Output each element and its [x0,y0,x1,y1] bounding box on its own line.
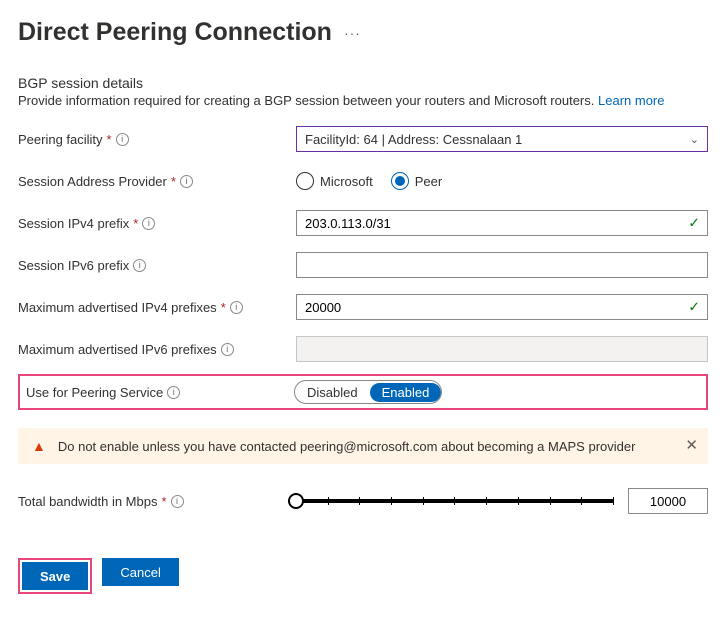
slider-ticks [296,499,614,503]
toggle-disabled[interactable]: Disabled [295,383,370,402]
header: Direct Peering Connection ··· [18,18,708,47]
cancel-button[interactable]: Cancel [102,558,178,586]
info-icon[interactable]: i [180,175,193,188]
required-icon: * [133,216,138,231]
radio-peer[interactable]: Peer [391,172,442,190]
max-ipv4-label: Maximum advertised IPv4 prefixes [18,300,217,315]
bandwidth-input[interactable] [628,488,708,514]
radio-label: Microsoft [320,174,373,189]
info-icon[interactable]: i [142,217,155,230]
required-icon: * [161,494,166,509]
check-icon: ✓ [688,215,700,232]
learn-more-link[interactable]: Learn more [598,93,664,108]
alert-text: Do not enable unless you have contacted … [58,439,636,454]
info-icon[interactable]: i [221,343,234,356]
close-icon[interactable]: ✕ [685,436,698,454]
facility-value: FacilityId: 64 | Address: Cessnalaan 1 [305,132,522,147]
radio-microsoft[interactable]: Microsoft [296,172,373,190]
max-ipv6-input [296,336,708,362]
facility-label: Peering facility [18,132,103,147]
ipv4-prefix-label: Session IPv4 prefix [18,216,129,231]
radio-icon [391,172,409,190]
toggle-enabled[interactable]: Enabled [370,383,442,402]
page-title: Direct Peering Connection [18,18,332,47]
chevron-down-icon: ⌄ [690,133,699,146]
info-icon[interactable]: i [167,386,180,399]
ipv6-prefix-input[interactable] [296,252,708,278]
facility-select[interactable]: FacilityId: 64 | Address: Cessnalaan 1 ⌄ [296,126,708,152]
section-sub: Provide information required for creatin… [18,93,708,108]
info-icon[interactable]: i [230,301,243,314]
radio-label: Peer [415,174,442,189]
peering-service-toggle[interactable]: Disabled Enabled [294,380,442,404]
info-icon[interactable]: i [116,133,129,146]
sap-radio-group: Microsoft Peer [296,172,442,190]
slider-thumb-icon[interactable] [288,493,304,509]
required-icon: * [221,300,226,315]
required-icon: * [171,174,176,189]
info-icon[interactable]: i [171,495,184,508]
radio-icon [296,172,314,190]
max-ipv6-label: Maximum advertised IPv6 prefixes [18,342,217,357]
more-icon[interactable]: ··· [344,25,361,41]
footer: Save Cancel [18,558,708,594]
warning-alert: ▲ Do not enable unless you have contacte… [18,428,708,464]
bandwidth-slider[interactable] [296,499,614,503]
section-sub-text: Provide information required for creatin… [18,93,594,108]
required-icon: * [107,132,112,147]
section-heading: BGP session details [18,75,708,91]
ipv6-prefix-label: Session IPv6 prefix [18,258,129,273]
sap-label: Session Address Provider [18,174,167,189]
bandwidth-label: Total bandwidth in Mbps [18,494,157,509]
check-icon: ✓ [688,299,700,316]
peering-service-highlight: Use for Peering Service i Disabled Enabl… [18,374,708,410]
info-icon[interactable]: i [133,259,146,272]
save-button[interactable]: Save [22,562,88,590]
save-highlight: Save [18,558,92,594]
warning-icon: ▲ [32,438,46,454]
ipv4-prefix-input[interactable] [296,210,708,236]
use-for-peering-label: Use for Peering Service [26,385,163,400]
max-ipv4-input[interactable] [296,294,708,320]
